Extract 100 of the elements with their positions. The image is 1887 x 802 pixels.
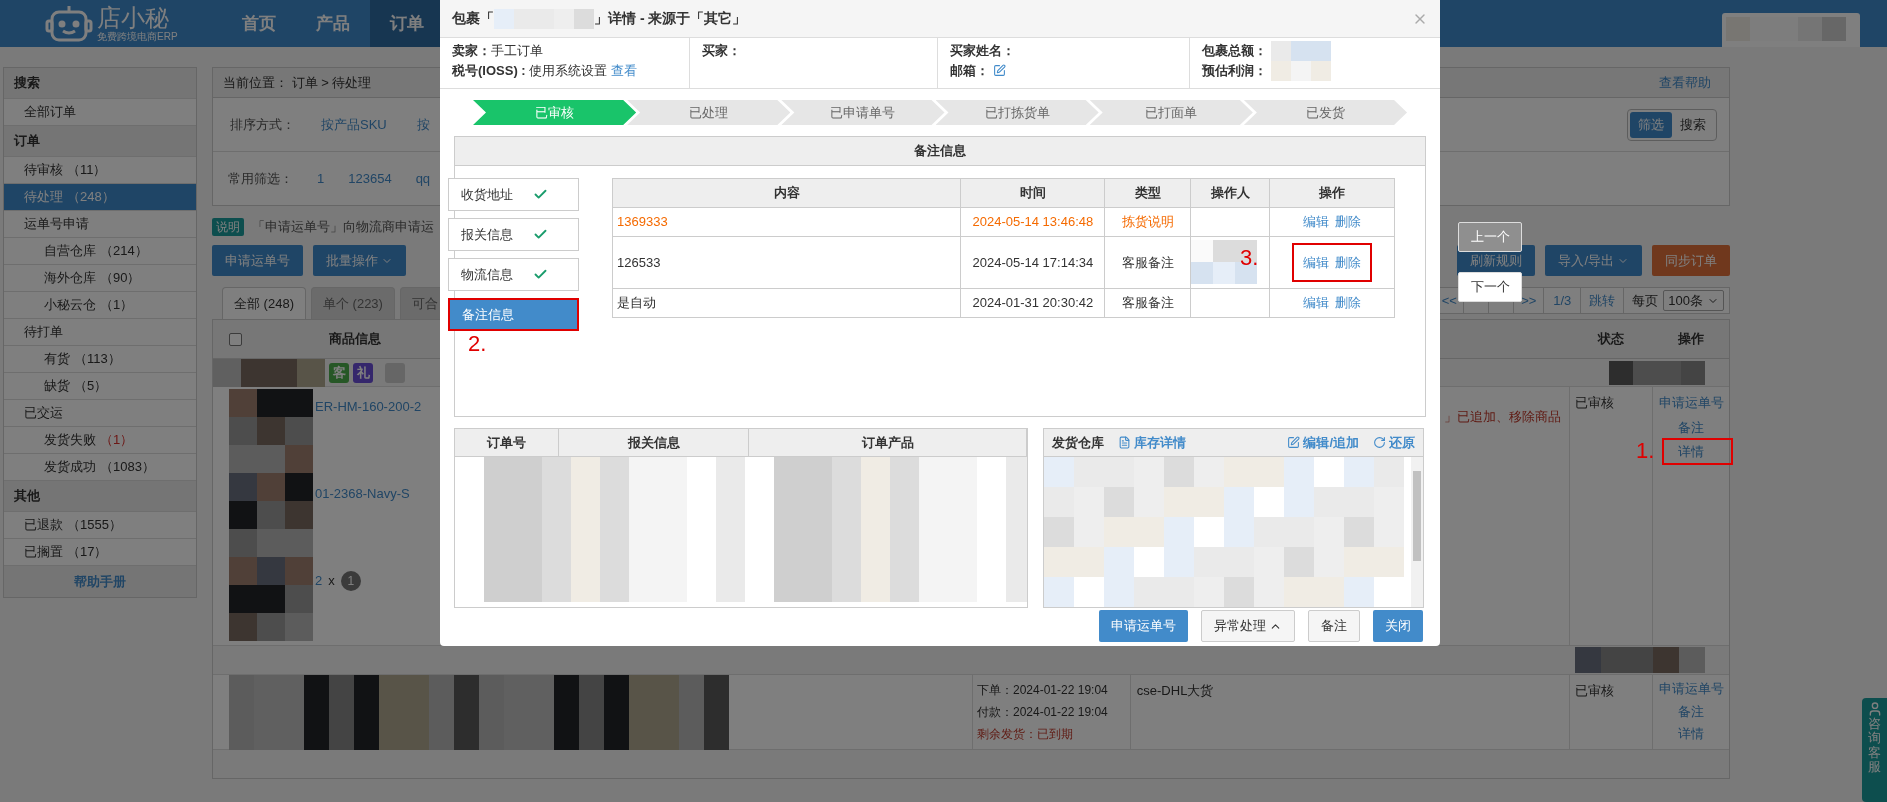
count-text: （248） bbox=[67, 188, 115, 207]
mode-toggle-option[interactable]: 筛选 bbox=[1630, 111, 1672, 138]
dialog-button[interactable]: 关闭 bbox=[1373, 610, 1423, 642]
stock-detail-link[interactable]: 库存详情 bbox=[1118, 432, 1186, 453]
times-sign: x bbox=[328, 572, 335, 591]
dialog-button[interactable]: 异常处理 bbox=[1201, 610, 1295, 642]
logistics-text: cse-DHL大货 bbox=[1136, 683, 1214, 698]
order-tab[interactable]: 全部 (248) bbox=[222, 287, 306, 319]
annotation-label: 2. bbox=[468, 333, 488, 355]
select-all-checkbox[interactable] bbox=[229, 332, 242, 346]
nav-item[interactable]: 产品 bbox=[296, 0, 370, 47]
column-header: 订单产品 bbox=[749, 429, 1027, 456]
remark-action-link[interactable]: 删除 bbox=[1335, 293, 1362, 313]
table-cell: 2024-05-14 17:14:34 bbox=[960, 236, 1105, 289]
table-cell: 拣货说明 bbox=[1104, 207, 1191, 237]
section-tab[interactable]: 报关信息 bbox=[448, 218, 579, 251]
row-action-link[interactable]: 申请运单号 bbox=[1658, 679, 1724, 699]
logo-name: 店小秘 bbox=[97, 5, 170, 30]
progress-step: 已处理 bbox=[627, 100, 791, 125]
dialog-button[interactable]: 备注 bbox=[1308, 610, 1360, 642]
progress-step: 已打面单 bbox=[1089, 100, 1253, 125]
sidebar-item[interactable]: 待处理 （248） bbox=[4, 184, 196, 211]
count-text: （17） bbox=[67, 543, 108, 562]
order-time: 下单：2024-01-22 19:04 bbox=[977, 682, 1109, 699]
table-cell: 客服备注 bbox=[1104, 236, 1191, 289]
row-action-link[interactable]: 申请运单号 bbox=[1658, 393, 1724, 413]
action-button[interactable]: 导入/导出 bbox=[1545, 245, 1642, 276]
restore-link[interactable]: 还原 bbox=[1373, 432, 1415, 453]
nav-item[interactable]: 首页 bbox=[222, 0, 296, 47]
table-cell: 1369333 bbox=[612, 207, 961, 237]
progress-step: 已发货 bbox=[1243, 100, 1408, 125]
section-tab[interactable]: 物流信息 bbox=[448, 258, 579, 291]
action-button[interactable]: 申请运单号 bbox=[212, 245, 303, 276]
remark-action-link[interactable]: 编辑 bbox=[1303, 293, 1330, 313]
table-cell: 是自动 bbox=[612, 288, 961, 318]
edit-icon bbox=[1287, 436, 1301, 449]
filter-option[interactable]: qq bbox=[415, 168, 431, 189]
sidebar-section-title: 其他 bbox=[4, 481, 196, 512]
count-text: （1） bbox=[100, 431, 134, 450]
column-header: 操作 bbox=[1269, 178, 1395, 208]
column-header: 操作 bbox=[1676, 330, 1705, 349]
row-action-link[interactable]: 备注 bbox=[1678, 701, 1705, 721]
filter-option[interactable]: 1 bbox=[317, 168, 325, 189]
sku-link[interactable]: 01-2368-Navy-S bbox=[315, 483, 422, 503]
quantity-text: 2 bbox=[315, 572, 323, 591]
edit-append-link[interactable]: 编辑/追加 bbox=[1287, 432, 1359, 453]
buyer-label: 买家： bbox=[702, 43, 741, 58]
notice-badge: 说明 bbox=[212, 217, 244, 236]
shipping-deadline: 剩余发货：已到期 bbox=[977, 726, 1074, 743]
jump-link[interactable]: 跳转 bbox=[1580, 288, 1624, 313]
remark-action-link[interactable]: 删除 bbox=[1335, 252, 1362, 273]
remark-action-link[interactable]: 编辑 bbox=[1303, 212, 1330, 232]
section-tab[interactable]: 备注信息 bbox=[448, 298, 579, 331]
breadcrumb: 当前位置： 订单 > 待处理 bbox=[223, 73, 372, 92]
help-manual-link[interactable]: 帮助手册 bbox=[4, 566, 196, 597]
row-action-link[interactable]: 详情 bbox=[1678, 442, 1705, 462]
annotation-box bbox=[1662, 438, 1733, 465]
action-button[interactable]: 批量操作 bbox=[313, 245, 406, 276]
mode-toggle-option[interactable]: 搜索 bbox=[1672, 111, 1714, 138]
robot-logo-icon bbox=[45, 3, 93, 44]
email-label: 邮箱： bbox=[950, 61, 989, 80]
support-tab[interactable]: 咨询客服 bbox=[1862, 698, 1887, 802]
column-header: 订单号 bbox=[455, 429, 559, 456]
tag-badge: 客 bbox=[329, 362, 349, 383]
sort-label: 排序方式： bbox=[229, 115, 295, 134]
progress-step: 已申请单号 bbox=[781, 100, 945, 125]
table-cell: 客服备注 bbox=[1104, 288, 1191, 318]
filter-option[interactable]: 123654 bbox=[348, 168, 392, 189]
dialog-button[interactable]: 申请运单号 bbox=[1099, 610, 1188, 642]
section-tab[interactable]: 收货地址 bbox=[448, 178, 579, 211]
annotation-label: 1. bbox=[1636, 440, 1655, 462]
edit-icon[interactable] bbox=[993, 63, 1006, 77]
status-text: 已审核 bbox=[1575, 683, 1615, 698]
dialog-title: 」详情 - 来源于「其它」 bbox=[594, 9, 747, 28]
quantity-badge: 1 bbox=[340, 571, 361, 591]
status-text: 已审核 bbox=[1575, 395, 1615, 410]
column-header: 状态 bbox=[1596, 330, 1625, 349]
sort-option[interactable]: 按产品SKU bbox=[321, 114, 387, 135]
refresh-icon bbox=[1373, 436, 1386, 449]
record-nav-button[interactable]: 下一个 bbox=[1458, 272, 1522, 302]
remark-action-link[interactable]: 删除 bbox=[1335, 212, 1362, 232]
sort-option[interactable]: 按 bbox=[416, 114, 430, 135]
buyer-name-label: 买家姓名： bbox=[950, 42, 1016, 60]
action-button[interactable]: 同步订单 bbox=[1652, 245, 1730, 276]
column-header: 时间 bbox=[960, 178, 1105, 208]
payment-time: 付款：2024-01-22 19:04 bbox=[977, 704, 1109, 721]
remark-action-link[interactable]: 编辑 bbox=[1303, 252, 1330, 273]
column-header: 报关信息 bbox=[559, 429, 749, 456]
row-action-link[interactable]: 详情 bbox=[1678, 724, 1705, 744]
view-link[interactable]: 查看 bbox=[611, 60, 638, 80]
count-text: （1083） bbox=[100, 458, 155, 477]
seller-text: 卖家：手工订单 bbox=[452, 42, 544, 60]
per-page-select[interactable]: 100条 bbox=[1663, 290, 1724, 311]
sku-link[interactable]: ER-HM-160-200-2 bbox=[315, 397, 422, 417]
row-action-link[interactable]: 备注 bbox=[1678, 417, 1705, 437]
progress-step: 已打拣货单 bbox=[935, 100, 1099, 125]
progress-step: 已审核 bbox=[473, 100, 637, 125]
table-cell: 2024-05-14 13:46:48 bbox=[960, 207, 1105, 237]
column-header: 内容 bbox=[612, 178, 961, 208]
help-link[interactable]: 查看帮助 bbox=[1659, 72, 1711, 93]
